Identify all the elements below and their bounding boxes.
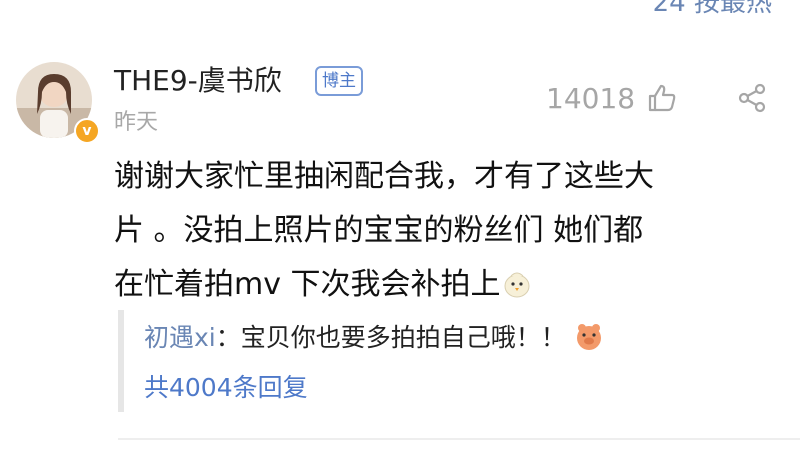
thumbs-up-icon[interactable] <box>646 82 678 114</box>
comment-line-last: 在忙着拍mv 下次我会补拍上 <box>114 258 764 312</box>
like-count[interactable]: 14018 <box>546 82 635 115</box>
comment-username[interactable]: THE9-虞书欣 <box>114 64 282 98</box>
reply-username[interactable]: 初遇xi <box>144 323 216 352</box>
avatar[interactable]: v <box>16 62 100 144</box>
reply-preview[interactable]: 初遇xi：宝贝你也要多拍拍自己哦！！ 共4004条回复 <box>118 310 774 412</box>
comment-line: 片 。没拍上照片的宝宝的粉丝们 她们都 <box>114 213 644 248</box>
verified-v-icon: v <box>74 118 100 144</box>
chick-emoji-icon <box>504 272 530 298</box>
reply-line: 初遇xi：宝贝你也要多拍拍自己哦！！ <box>144 318 604 354</box>
divider <box>118 438 800 440</box>
pig-emoji-icon <box>576 324 601 350</box>
comment-time: 昨天 <box>114 110 159 135</box>
comment-line: 谢谢大家忙里抽闲配合我，才有了这些大 <box>114 159 654 194</box>
view-replies-link[interactable]: 共4004条回复 <box>144 368 308 404</box>
sort-partial-text[interactable]: 24 按最热 <box>653 0 772 19</box>
comment-line: 在忙着拍mv 下次我会补拍上 <box>114 267 501 302</box>
author-badge: 博主 <box>315 66 363 96</box>
comment-text: 谢谢大家忙里抽闲配合我，才有了这些大 片 。没拍上照片的宝宝的粉丝们 她们都 在… <box>114 150 764 312</box>
reply-separator: ： <box>215 323 241 352</box>
share-icon[interactable] <box>736 82 768 114</box>
reply-text: 宝贝你也要多拍拍自己哦！！ <box>240 323 566 352</box>
